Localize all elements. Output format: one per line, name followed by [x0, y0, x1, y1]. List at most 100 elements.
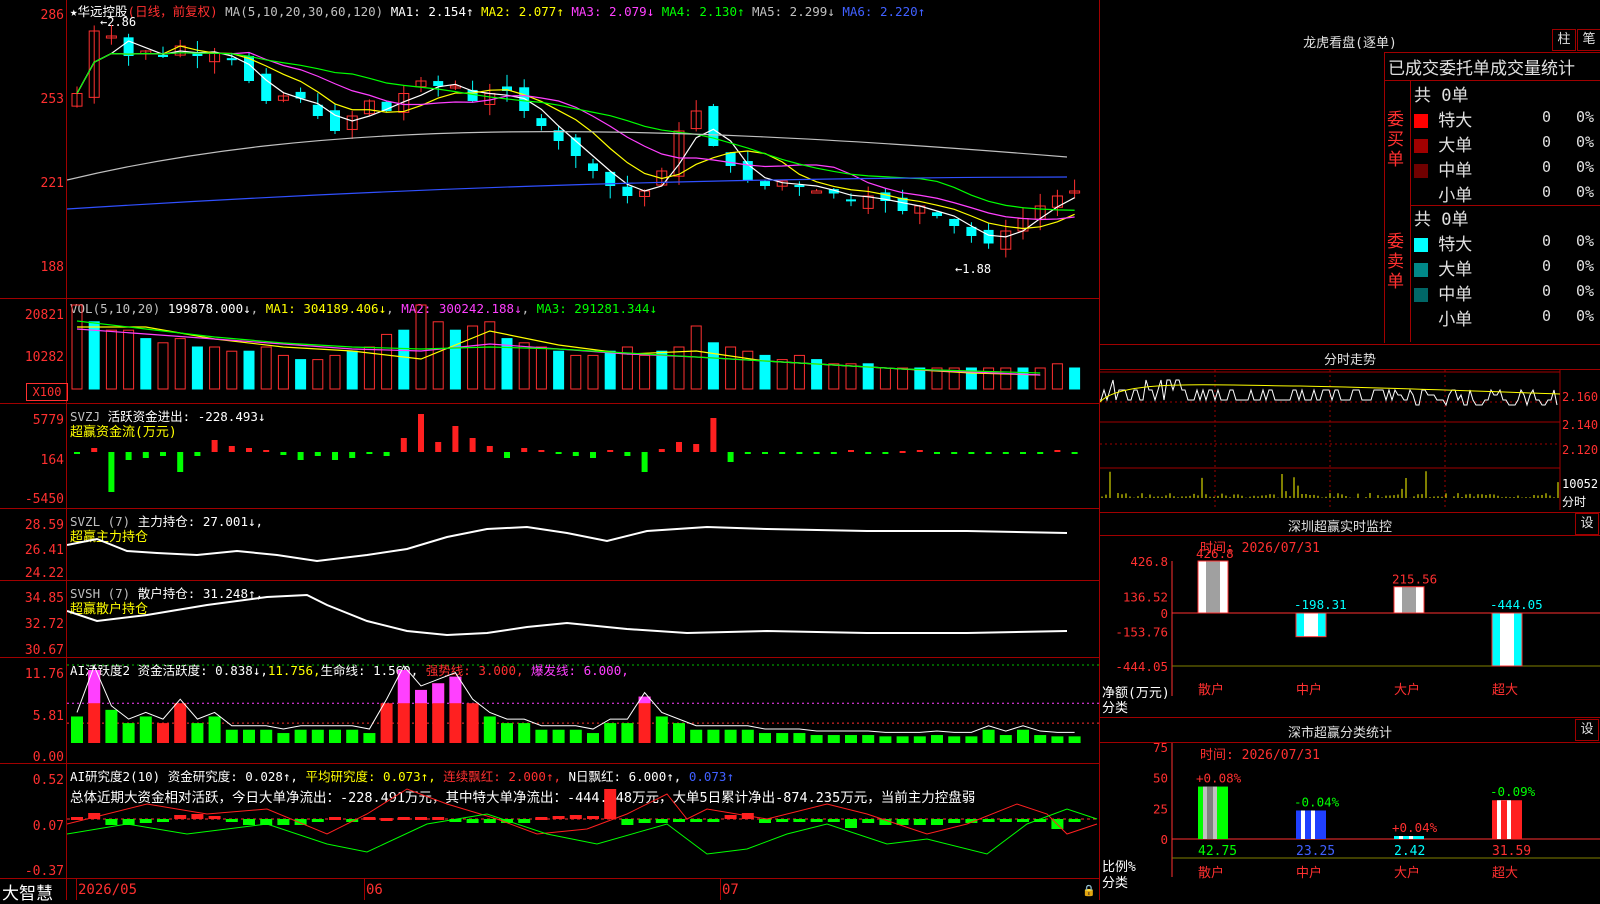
activity-bar — [1017, 729, 1029, 743]
sell-label: 委卖单 — [1387, 232, 1404, 292]
bar-shade — [1500, 613, 1514, 666]
activity-bar — [122, 723, 135, 743]
swatch — [1414, 139, 1428, 153]
bar-label: -198.31 — [1294, 597, 1347, 612]
flow-bar — [246, 448, 252, 452]
monitor-bar — [1393, 586, 1425, 614]
activity-bar — [277, 733, 290, 743]
volume-bar — [1034, 367, 1046, 390]
y-tick: 0 — [1160, 606, 1168, 621]
flow-bar — [555, 452, 562, 454]
activity-bar — [71, 716, 83, 743]
swatch — [1414, 189, 1428, 203]
research-bar — [604, 789, 617, 819]
category-label: 超大 — [1492, 683, 1518, 698]
svzl-chart[interactable] — [67, 509, 1099, 580]
sell-row: 中单 — [1414, 280, 1472, 305]
flow-bar — [727, 452, 734, 462]
sz-monitor-chart[interactable]: 426.8 136.52 0 -153.76 -444.05 426.8 散户 -198.31… — [1100, 536, 1600, 716]
main-chart-area: ★华远控股(日线，前复权) MA(5,10,20,30,60,120) MA1:… — [0, 0, 1100, 904]
y-tick: 164 — [40, 453, 64, 468]
lhb-title: 龙虎看盘(逐单) — [1303, 36, 1397, 51]
flow-bar — [194, 452, 201, 456]
flow-bar — [521, 448, 528, 452]
activity-bar — [139, 716, 152, 743]
y-tick: -5450 — [24, 492, 64, 507]
flow-bar — [882, 452, 889, 454]
date-label: 07 — [722, 882, 739, 898]
research-bar — [552, 816, 565, 819]
bar-label: 215.56 — [1392, 572, 1437, 587]
right-panel: 龙虎看盘(逐单) 柱 笔 已成交委托单成交量统计 委买单 共 0单 特大 大单 … — [1100, 0, 1600, 900]
ai-active-chart[interactable] — [67, 658, 1099, 763]
fenshi-vol: 10052 — [1562, 477, 1599, 491]
research-bar — [311, 819, 324, 822]
activity-bar — [569, 729, 582, 743]
y-tick: -153.76 — [1115, 624, 1168, 639]
candle-body — [794, 185, 805, 188]
sz-class-chart[interactable]: 75 50 25 0 +0.08% 42.75 散户 -0.04% 23.25 中户 +0.04% 2… — [1100, 743, 1600, 900]
flow-bar — [951, 452, 958, 454]
flow-bar — [1020, 452, 1026, 454]
candle-body — [725, 152, 736, 166]
research-bar — [294, 819, 307, 825]
volume-bar — [897, 367, 909, 390]
svzj-chart[interactable] — [67, 404, 1099, 508]
y-tick: 26.41 — [24, 543, 64, 558]
candlestick-chart[interactable] — [67, 0, 1099, 298]
svsh-chart[interactable] — [67, 581, 1099, 657]
class-bar — [1394, 836, 1424, 839]
activity-bar-top — [415, 689, 427, 704]
ai-research-chart[interactable] — [67, 764, 1099, 878]
flow-bar — [744, 452, 751, 454]
flow-bar — [710, 418, 717, 452]
activity-bar — [483, 716, 496, 743]
y-tick: 2.160 — [1562, 390, 1599, 404]
sz-class-settings-button[interactable]: 设 — [1575, 719, 1599, 741]
date-label: 06 — [366, 882, 383, 898]
fenshi-chart[interactable] — [1100, 370, 1600, 510]
y-tick: 11.76 — [24, 667, 64, 682]
activity-bar — [845, 735, 857, 743]
sz-monitor-settings-button[interactable]: 设 — [1575, 513, 1599, 535]
volume-bar — [243, 350, 255, 390]
zhu-button[interactable]: 柱 — [1552, 29, 1576, 51]
flow-bar — [779, 452, 786, 454]
activity-bar — [879, 736, 892, 743]
volume-bar — [656, 350, 668, 390]
flow-bar — [469, 438, 476, 452]
volume-bar — [329, 354, 341, 390]
research-bar — [759, 819, 771, 823]
y-tick: 28.59 — [24, 518, 64, 533]
activity-bar — [294, 729, 307, 743]
class-bar — [1296, 810, 1326, 839]
research-bar — [380, 818, 393, 821]
research-bar — [415, 817, 427, 820]
research-bar — [1068, 819, 1081, 822]
flow-bar — [658, 449, 665, 452]
y-tick: 2.120 — [1562, 443, 1599, 457]
y-tick: 0.00 — [32, 750, 64, 765]
volume-bar — [1069, 367, 1081, 390]
research-bar — [329, 817, 341, 820]
value-label: 2.42 — [1394, 844, 1425, 859]
research-bar — [707, 819, 720, 822]
research-bar — [673, 819, 685, 822]
bar-shade — [1402, 586, 1416, 613]
vol-unit-button[interactable]: X100 — [26, 383, 68, 401]
value-label: 42.75 — [1198, 844, 1237, 859]
activity-line — [76, 664, 1075, 733]
activity-bar — [1068, 736, 1081, 743]
buy-row: 小单 — [1414, 181, 1472, 206]
volume-chart[interactable] — [67, 299, 1099, 403]
category-label: 散户 — [1198, 865, 1224, 881]
volume-bar — [1017, 367, 1029, 390]
bi-button[interactable]: 笔 — [1577, 29, 1600, 51]
swatch — [1414, 288, 1428, 302]
svsh-line — [67, 593, 1068, 637]
lock-icon[interactable]: 🔒 — [1082, 884, 1096, 897]
flow-bar — [400, 438, 407, 452]
candle-body — [158, 54, 168, 57]
buy-row: 特大 — [1414, 106, 1472, 131]
category-label: 散户 — [1198, 682, 1224, 698]
